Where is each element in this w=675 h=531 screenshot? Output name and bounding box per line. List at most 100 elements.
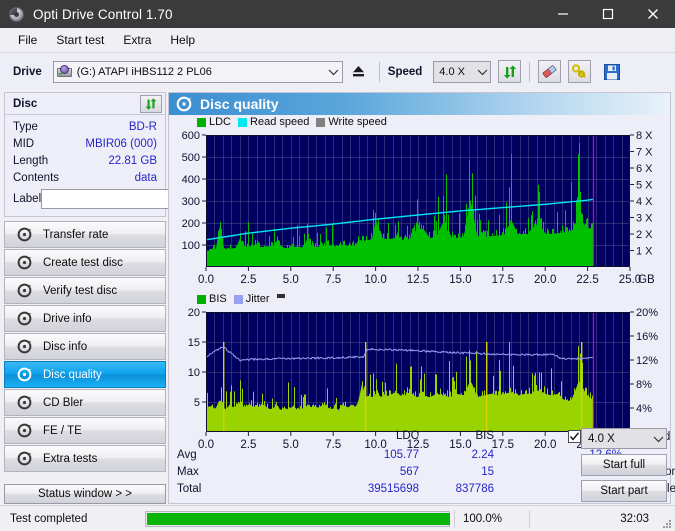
stats-total-ldc: 39515698 [367,483,419,495]
stats-row-max-label: Max [177,466,199,478]
sidebar-item-cd-bler[interactable]: CD Bler [4,389,166,416]
speed-select[interactable]: 4.0 X [433,60,492,83]
stats-panel: LDC BIS Jitter Avg 105.77 2.24 12.6% Max… [169,428,675,503]
disc-contents-label: Contents [13,171,60,184]
sidebar-item-label: Extra tests [43,452,98,465]
stats-col-ldc: LDC [395,430,419,442]
disc-length-label: Length [13,154,49,167]
drive-select-value: (G:) ATAPI iHBS112 2 PL06 [76,65,212,78]
disc-test-icon [14,255,34,270]
sidebar-item-fe-te[interactable]: FE / TE [4,417,166,444]
legend-ldc: LDC [197,116,231,128]
progress-bar [145,510,450,527]
save-results-button[interactable] [600,60,623,83]
sidebar-item-transfer-rate[interactable]: Transfer rate [4,221,166,248]
close-button[interactable] [630,0,675,28]
minimize-button[interactable] [540,0,585,28]
sidebar-item-label: FE / TE [43,424,82,437]
refresh-disc-button[interactable] [140,94,162,113]
sidebar-item-label: Verify test disc [43,284,118,297]
toolbar-separator-1 [378,61,380,82]
svg-text:15.0: 15.0 [449,274,471,286]
svg-text:3 X: 3 X [636,213,653,225]
disc-test-icon [14,423,34,438]
sidebar-item-verify-test-disc[interactable]: Verify test disc [4,277,166,304]
svg-text:12.5: 12.5 [407,274,429,286]
jitter-checkbox[interactable] [568,430,581,443]
legend-write-speed: Write speed [316,116,387,128]
drive-label: Drive [13,65,42,78]
status-text: Test completed [10,512,88,525]
svg-text:300: 300 [182,196,200,208]
svg-text:0.0: 0.0 [198,274,214,286]
test-speed-select[interactable]: 4.0 X [581,428,667,449]
stats-avg-ldc: 105.77 [383,449,419,461]
stats-col-bis: BIS [475,430,494,442]
sidebar-item-label: CD Bler [43,396,84,409]
start-part-button[interactable]: Start part [581,480,667,502]
sidebar-item-extra-tests[interactable]: Extra tests [4,445,166,472]
svg-text:100: 100 [182,240,200,252]
disc-info-header: Disc [5,93,165,115]
eject-button[interactable] [346,60,371,83]
sidebar-item-label: Transfer rate [43,228,109,241]
app-disc-icon [9,6,25,22]
menu-help[interactable]: Help [161,30,204,50]
left-panel: Disc Type BD-R MID MBIR06 (000) Length 2… [4,92,246,504]
menu-extra[interactable]: Extra [114,30,160,50]
svg-text:20.0: 20.0 [534,274,556,286]
svg-text:4 X: 4 X [636,196,653,208]
status-window-button[interactable]: Status window > > [4,484,166,504]
legend-bis: BIS [197,293,227,305]
disc-type-value: BD-R [128,120,157,133]
toolbar-separator-2 [529,61,531,82]
disc-label-row: Label [13,187,246,211]
refresh-drive-button[interactable] [498,60,522,83]
chart2-legend: BIS Jitter [169,292,670,306]
sidebar-item-disc-info[interactable]: Disc info [4,333,166,360]
disc-row-mid: MID MBIR06 (000) [13,135,157,152]
progress-percent: 100.0% [454,509,529,528]
chart-ldc-readspeed[interactable]: 100 200 300 400 500 600 1 X 2 X 3 X 4 X 5 X 6 X 7 X 8… [169,129,670,289]
elapsed-time: 32:03 [529,509,675,528]
disc-type-label: Type [13,120,38,133]
start-full-button[interactable]: Start full [581,454,667,476]
svg-text:5: 5 [194,397,200,409]
sidebar-item-drive-info[interactable]: Drive info [4,305,166,332]
svg-text:20%: 20% [636,307,658,319]
svg-text:22.5: 22.5 [576,274,598,286]
panel-header: Disc quality [169,93,670,115]
sidebar-item-label: Disc info [43,340,88,353]
chevron-down-icon [650,429,666,449]
resize-grip[interactable] [660,516,672,528]
disc-length-value: 22.81 GB [108,154,157,167]
disc-test-icon [14,367,34,382]
speed-select-value: 4.0 X [439,65,465,78]
menu-bar: File Start test Extra Help [0,28,675,52]
window-title: Opti Drive Control 1.70 [33,6,173,22]
disc-row-type: Type BD-R [13,118,157,135]
svg-text:10: 10 [188,367,200,379]
legend-label-read-speed: Read speed [250,116,310,128]
chart1-legend: LDC Read speed Write speed [169,115,670,129]
legend-label-write-speed: Write speed [328,116,387,128]
svg-text:15: 15 [188,337,200,349]
stats-row-total-label: Total [177,483,202,495]
svg-text:1 X: 1 X [636,246,653,258]
legend-swatch-ldc [197,117,206,127]
sidebar-item-create-test-disc[interactable]: Create test disc [4,249,166,276]
disc-contents-value: data [134,171,157,184]
svg-text:5 X: 5 X [636,180,653,192]
sidebar-item-label: Drive info [43,312,92,325]
erase-disc-button[interactable] [538,60,562,83]
tools-button[interactable] [568,60,592,83]
menu-start-test[interactable]: Start test [47,30,113,50]
disc-test-icon [14,395,34,410]
legend-swatch-write-speed [316,117,326,127]
chevron-down-icon [474,62,490,82]
sidebar-item-disc-quality[interactable]: Disc quality [4,361,166,388]
svg-text:20: 20 [188,307,200,319]
maximize-button[interactable] [585,0,630,28]
drive-select[interactable]: (G:) ATAPI iHBS112 2 PL06 [52,60,343,83]
menu-file[interactable]: File [9,30,46,50]
